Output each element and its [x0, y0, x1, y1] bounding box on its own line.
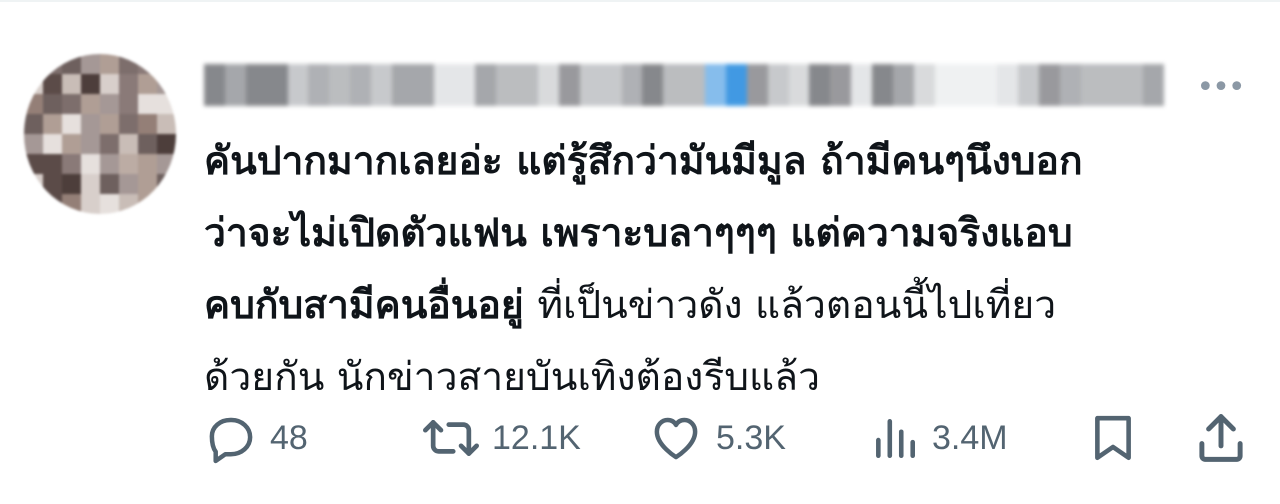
tweet-text-line: ว่าจะไม่เปิดตัวแฟน เพราะบลาๆๆๆ แต่ความจร…: [204, 211, 1073, 256]
views-button[interactable]: 3.4M: [870, 408, 1008, 468]
retweet-icon: [422, 411, 480, 465]
tweet-text-line: คันปากมากเลยอ่ะ แต่รู้สึกว่ามันมีมูล ถ้า…: [204, 139, 1083, 184]
reply-button[interactable]: 48: [204, 408, 308, 468]
tweet-text-segment: คบกับสามีคนอื่นอยู่: [204, 283, 524, 328]
bookmark-button[interactable]: [1088, 408, 1138, 468]
views-chart-icon: [870, 411, 920, 465]
top-divider: [0, 0, 1280, 2]
heart-icon: [648, 411, 704, 465]
share-button[interactable]: [1194, 408, 1248, 468]
more-dots-icon: •••: [1196, 69, 1245, 105]
share-icon: [1194, 410, 1248, 466]
views-count: 3.4M: [932, 418, 1008, 457]
tweet-text: คันปากมากเลยอ่ะ แต่รู้สึกว่ามันมีมูล ถ้า…: [204, 126, 1244, 414]
avatar[interactable]: [24, 54, 176, 214]
tweet-text-segment: ที่เป็นข่าวดัง แล้วตอนนี้ไปเที่ยว: [537, 283, 1057, 328]
tweet-text-line: คบกับสามีคนอื่นอยู่ ที่เป็นข่าวดัง แล้วต…: [204, 270, 1244, 342]
reply-icon: [204, 411, 258, 465]
retweet-button[interactable]: 12.1K: [422, 408, 581, 468]
reply-count: 48: [270, 418, 308, 457]
more-options-button[interactable]: •••: [1196, 69, 1245, 105]
like-button[interactable]: 5.3K: [648, 408, 786, 468]
tweet-actions-bar: 48 12.1K 5.3K 3.4M: [204, 408, 1252, 468]
like-count: 5.3K: [716, 418, 786, 457]
tweet-text-line: ด้วยกัน นักข่าวสายบันเทิงต้องรีบแล้ว: [204, 355, 820, 400]
retweet-count: 12.1K: [492, 418, 581, 457]
author-name-blurred[interactable]: [204, 64, 1165, 106]
bookmark-icon: [1088, 410, 1138, 466]
